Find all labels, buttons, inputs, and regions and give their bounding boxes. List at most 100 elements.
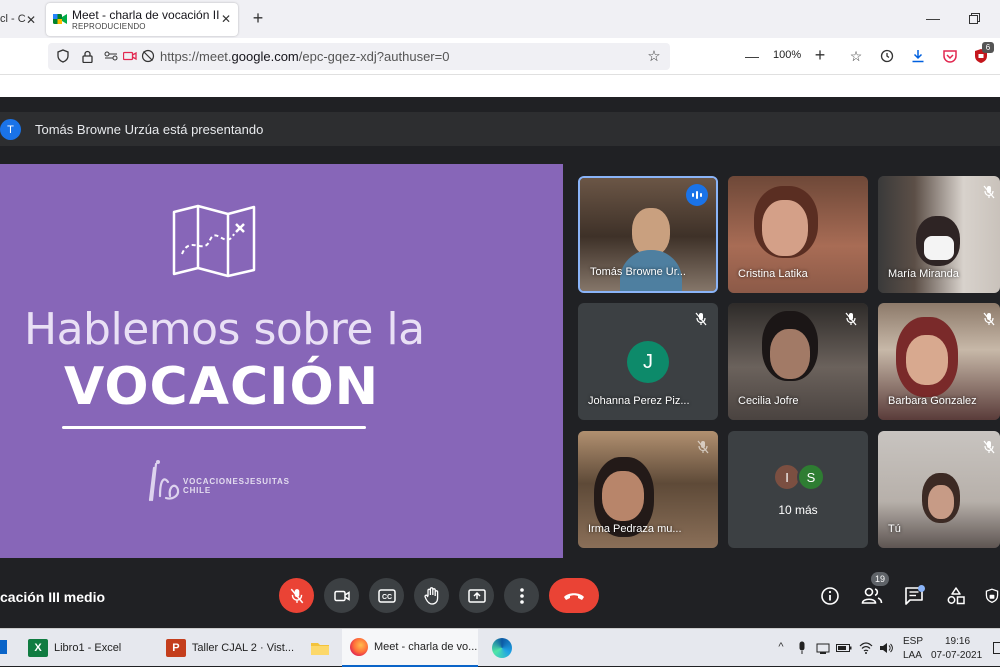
taskbar-item-powerpoint[interactable]: P Taller CJAL 2 · Vist... [160, 629, 294, 667]
mic-off-icon [982, 185, 996, 199]
more-participants-tile[interactable]: I S 10 más [728, 431, 868, 548]
url-text[interactable]: https://meet.google.com/epc-gqez-xdj?aut… [160, 49, 449, 64]
more-options-button[interactable] [504, 578, 539, 613]
present-screen-button[interactable] [459, 578, 494, 613]
windows-taskbar: X Libro1 - Excel P Taller CJAL 2 · Vist.… [0, 628, 1000, 667]
zoom-out-icon[interactable]: — [744, 48, 760, 64]
svg-text:CC: CC [382, 594, 392, 601]
shield-icon[interactable] [55, 48, 71, 64]
presentation-slide[interactable]: Hablemos sobre la VOCACIÓN VOCACIONESJES… [0, 164, 563, 558]
meet-favicon-icon [53, 12, 67, 24]
clock-date[interactable]: 07-07-2021 [931, 650, 982, 661]
mic-off-icon [694, 312, 710, 328]
bookmarks-star-icon[interactable]: ☆ [848, 48, 864, 64]
camera-active-icon[interactable] [122, 48, 138, 64]
permissions-icon[interactable] [103, 48, 119, 64]
slide-brand-text: VOCACIONESJESUITAS CHILE [183, 477, 290, 495]
history-clock-icon[interactable] [879, 48, 895, 64]
battery-icon[interactable] [836, 640, 852, 656]
slide-underline [62, 426, 366, 429]
participant-face [928, 485, 954, 519]
participant-tile[interactable]: Cristina Latika [728, 176, 868, 293]
participant-tile[interactable]: Irma Pedraza mu... [578, 431, 718, 548]
excel-icon: X [28, 639, 48, 657]
browser-tab-active[interactable]: Meet - charla de vocación III me REPRODU… [46, 3, 238, 36]
people-button[interactable] [860, 584, 884, 608]
tab-title: Meet - charla de vocación III me [72, 8, 220, 22]
wifi-icon[interactable] [858, 640, 874, 656]
extension-badge: 6 [982, 42, 994, 53]
participant-name: Tú [888, 523, 901, 535]
network-icon[interactable] [815, 640, 831, 656]
self-view-tile[interactable]: Tú [878, 431, 1000, 548]
mic-off-icon [696, 440, 710, 454]
slide-title-line2: VOCACIÓN [64, 357, 380, 417]
url-path: /epc-gqez-xdj?authuser=0 [298, 49, 450, 64]
taskbar-item-firefox[interactable]: Meet - charla de vo... [342, 629, 478, 667]
participant-avatar: S [797, 463, 825, 491]
url-domain: google.com [231, 49, 299, 64]
end-call-button[interactable] [549, 578, 599, 613]
notifications-icon[interactable] [993, 642, 1000, 654]
zoom-in-icon[interactable]: + [812, 45, 828, 65]
taskbar-item-explorer[interactable] [304, 629, 336, 667]
zoom-level[interactable]: 100% [773, 49, 801, 61]
bookmark-star-icon[interactable]: ☆ [646, 48, 662, 65]
meeting-details-button[interactable] [818, 584, 842, 608]
participant-face [906, 335, 948, 385]
participant-tile[interactable]: Cecilia Jofre [728, 303, 868, 420]
mic-off-icon [982, 440, 996, 454]
keyboard-layout[interactable]: LAA [903, 650, 922, 661]
presenting-text: Tomás Browne Urzúa está presentando [35, 122, 264, 137]
mic-off-icon [844, 312, 860, 328]
microphone-icon[interactable] [795, 640, 809, 656]
new-tab-icon[interactable]: + [250, 8, 266, 28]
firefox-icon [350, 638, 368, 656]
participant-name: Barbara Gonzalez [888, 395, 977, 407]
chevron-up-icon[interactable]: ^ [775, 641, 787, 653]
meeting-name: cación III medio [0, 589, 106, 605]
host-controls-button[interactable] [984, 584, 1000, 608]
captions-button[interactable]: CC [369, 578, 404, 613]
participant-count-badge: 19 [871, 572, 889, 586]
minimize-icon[interactable]: — [925, 10, 941, 26]
taskbar-item-label: Libro1 - Excel [54, 642, 122, 654]
browser-content-top [0, 75, 1000, 97]
camera-toggle-button[interactable] [324, 578, 359, 613]
activities-button[interactable] [944, 584, 968, 608]
volume-icon[interactable] [878, 640, 894, 656]
jesuitas-logo-icon [146, 456, 180, 504]
participant-face [632, 208, 670, 256]
participant-name: Tomás Browne Ur... [590, 266, 686, 278]
raise-hand-button[interactable] [414, 578, 449, 613]
download-icon[interactable] [910, 48, 926, 64]
participant-tile[interactable]: Tomás Browne Ur... [578, 176, 718, 293]
mic-toggle-button[interactable] [279, 578, 314, 613]
slide-title-line1: Hablemos sobre la [24, 304, 425, 355]
autoplay-blocked-icon[interactable] [140, 48, 156, 64]
start-button-icon[interactable] [0, 640, 7, 654]
participant-tile[interactable]: Barbara Gonzalez [878, 303, 1000, 420]
language-indicator[interactable]: ESP [903, 636, 923, 647]
taskbar-item-edge[interactable] [486, 629, 518, 667]
taskbar-item-label: Taller CJAL 2 · Vist... [191, 642, 294, 654]
taskbar-item-excel[interactable]: X Libro1 - Excel [22, 629, 152, 667]
lock-icon[interactable] [79, 48, 95, 64]
url-bar[interactable]: https://meet.google.com/epc-gqez-xdj?aut… [48, 43, 670, 70]
restore-icon[interactable] [966, 10, 982, 26]
close-tab-icon[interactable]: ✕ [221, 12, 231, 26]
participant-name: Cristina Latika [738, 268, 808, 280]
participant-tile[interactable]: María Miranda [878, 176, 1000, 293]
participant-face [762, 200, 808, 256]
clock-time[interactable]: 19:16 [945, 636, 970, 647]
participant-name: Cecilia Jofre [738, 395, 799, 407]
browser-tab-inactive[interactable]: cl - C ✕ [0, 4, 42, 34]
pocket-icon[interactable] [942, 48, 958, 64]
close-icon[interactable]: ✕ [26, 13, 36, 27]
face-mask [924, 236, 954, 260]
participant-tile[interactable]: J Johanna Perez Piz... [578, 303, 718, 420]
tab-label: cl - C [0, 13, 26, 25]
taskbar-item-label: Meet - charla de vo... [374, 641, 478, 653]
edge-icon [492, 638, 512, 658]
browser-nav-bar: https://meet.google.com/epc-gqez-xdj?aut… [0, 38, 1000, 75]
